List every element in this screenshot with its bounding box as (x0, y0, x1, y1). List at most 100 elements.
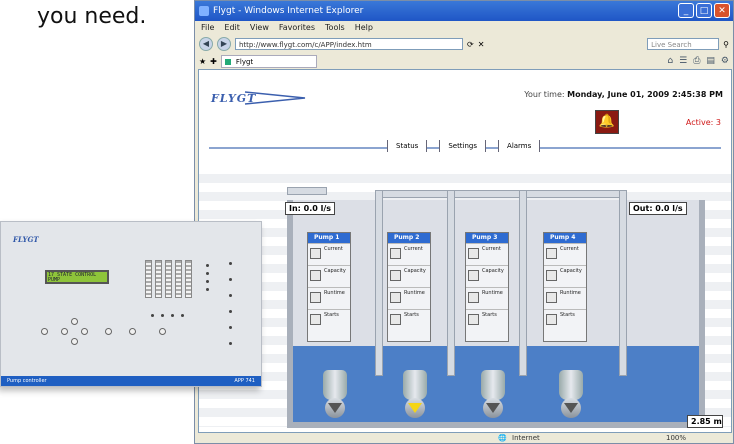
pump-1-unit[interactable] (319, 370, 351, 420)
pump-card-row: Capacity (466, 265, 508, 287)
pump-card-title: Pump 3 (466, 233, 508, 243)
feeds-icon[interactable]: ☰ (679, 56, 687, 66)
back-button[interactable]: ◀ (199, 37, 213, 51)
menu-favorites[interactable]: Favorites (279, 21, 315, 35)
pump-card[interactable]: Pump 3 Current Capacity Runtime Starts (465, 232, 509, 342)
level-bar (185, 260, 192, 298)
pump-card-row: Runtime (388, 287, 430, 309)
menu-view[interactable]: View (250, 21, 269, 35)
level-bar (145, 260, 152, 298)
stop-icon[interactable]: ✕ (478, 40, 485, 49)
caption-text: you need. (37, 4, 147, 29)
pump-card-row: Starts (544, 309, 586, 331)
right-key[interactable] (81, 328, 88, 335)
url-field[interactable]: http://www.flygt.com/c/APP/index.htm (235, 38, 463, 50)
left-key[interactable] (61, 328, 68, 335)
row-label: Starts (560, 312, 575, 318)
level-bar (155, 260, 162, 298)
forward-button[interactable]: ▶ (217, 37, 231, 51)
menu-tools[interactable]: Tools (325, 21, 345, 35)
pump-card-title: Pump 2 (388, 233, 430, 243)
row-label: Runtime (404, 290, 425, 296)
pump-start-key[interactable] (159, 328, 166, 335)
alarm-led (229, 326, 232, 329)
down-key[interactable] (71, 338, 78, 345)
capacity-icon (546, 270, 557, 281)
pump-card[interactable]: Pump 1 Current Capacity Runtime Starts (307, 232, 351, 342)
tab-flygt[interactable]: Flygt (220, 54, 317, 68)
riser-pipe (447, 190, 455, 376)
row-label: Capacity (324, 268, 346, 274)
pump-card[interactable]: Pump 4 Current Capacity Runtime Starts (543, 232, 587, 342)
level-bar (165, 260, 172, 298)
escape-key[interactable] (41, 328, 48, 335)
minimize-button[interactable]: _ (678, 3, 694, 18)
device-footer-left: Pump controller (7, 378, 47, 384)
starts-icon (546, 314, 557, 325)
up-key[interactable] (71, 318, 78, 325)
zoom-level[interactable]: 100% (666, 432, 686, 443)
menu-file[interactable]: File (201, 21, 214, 35)
address-bar: ◀ ▶ http://www.flygt.com/c/APP/index.htm… (195, 35, 733, 53)
alarm-bell-icon[interactable]: 🔔 (595, 110, 619, 134)
enter-key[interactable] (105, 328, 112, 335)
title-bar: Flygt - Windows Internet Explorer _ □ ✕ (195, 1, 733, 21)
time-display: Your time: Monday, June 01, 2009 2:45:38… (524, 90, 723, 99)
pump-3-unit[interactable] (477, 370, 509, 420)
tab-status[interactable]: Status (387, 140, 428, 152)
alarm-led (229, 294, 232, 297)
refresh-icon[interactable]: ⟳ (467, 40, 474, 49)
capacity-icon (468, 270, 479, 281)
status-led (206, 272, 209, 275)
tab-alarms[interactable]: Alarms (498, 140, 541, 152)
row-label: Current (482, 246, 501, 252)
tab-settings[interactable]: Settings (439, 140, 487, 152)
pump-controller-device: FLYGT 17 STATE CONTROL PUMP Pump control… (0, 221, 262, 387)
pump-4-unit[interactable] (555, 370, 587, 420)
pump-card-row: Runtime (466, 287, 508, 309)
pump-body (481, 370, 505, 400)
alarm-led (229, 262, 232, 265)
row-label: Capacity (404, 268, 426, 274)
ie-icon (199, 6, 209, 16)
runtime-icon (310, 292, 321, 303)
device-footer-right: APP 741 (234, 378, 255, 384)
search-icon[interactable]: ⚲ (723, 40, 729, 49)
pump-card[interactable]: Pump 2 Current Capacity Runtime Starts (387, 232, 431, 342)
reset-key[interactable] (129, 328, 136, 335)
maximize-button[interactable]: □ (696, 3, 712, 18)
add-favorites-icon[interactable]: ✚ (210, 57, 217, 66)
close-button[interactable]: ✕ (714, 3, 730, 18)
status-led (206, 264, 209, 267)
tab-bar: ★ ✚ Flygt ⌂ ☰ ⎙ ▤ ⚙ (195, 53, 733, 69)
pump-2-unit[interactable] (399, 370, 431, 420)
lcd-line-2: PUMP (48, 277, 61, 283)
home-icon[interactable]: ⌂ (667, 56, 673, 66)
status-led (161, 314, 164, 317)
status-led (151, 314, 154, 317)
print-icon[interactable]: ⎙ (693, 56, 700, 66)
pump-status-icon (328, 403, 342, 413)
pump-status-icon (486, 403, 500, 413)
capacity-icon (310, 270, 321, 281)
tools-menu-icon[interactable]: ⚙ (721, 56, 729, 66)
row-label: Starts (324, 312, 339, 318)
menu-edit[interactable]: Edit (224, 21, 240, 35)
riser-pipe (519, 190, 527, 376)
browser-window: Flygt - Windows Internet Explorer _ □ ✕ … (194, 0, 734, 444)
search-input[interactable]: Live Search (647, 38, 720, 50)
pump-card-row: Current (388, 243, 430, 265)
row-label: Starts (404, 312, 419, 318)
menu-help[interactable]: Help (355, 21, 373, 35)
page-menu-icon[interactable]: ▤ (706, 56, 715, 66)
row-label: Capacity (560, 268, 582, 274)
favorites-star-icon[interactable]: ★ (199, 57, 206, 66)
riser-pipe (619, 190, 627, 376)
alarm-led (229, 310, 232, 313)
logo-arrow-icon (244, 91, 306, 105)
pump-card-row: Capacity (544, 265, 586, 287)
pump-body (559, 370, 583, 400)
capacity-icon (390, 270, 401, 281)
time-value: Monday, June 01, 2009 2:45:38 PM (567, 90, 723, 99)
starts-icon (310, 314, 321, 325)
